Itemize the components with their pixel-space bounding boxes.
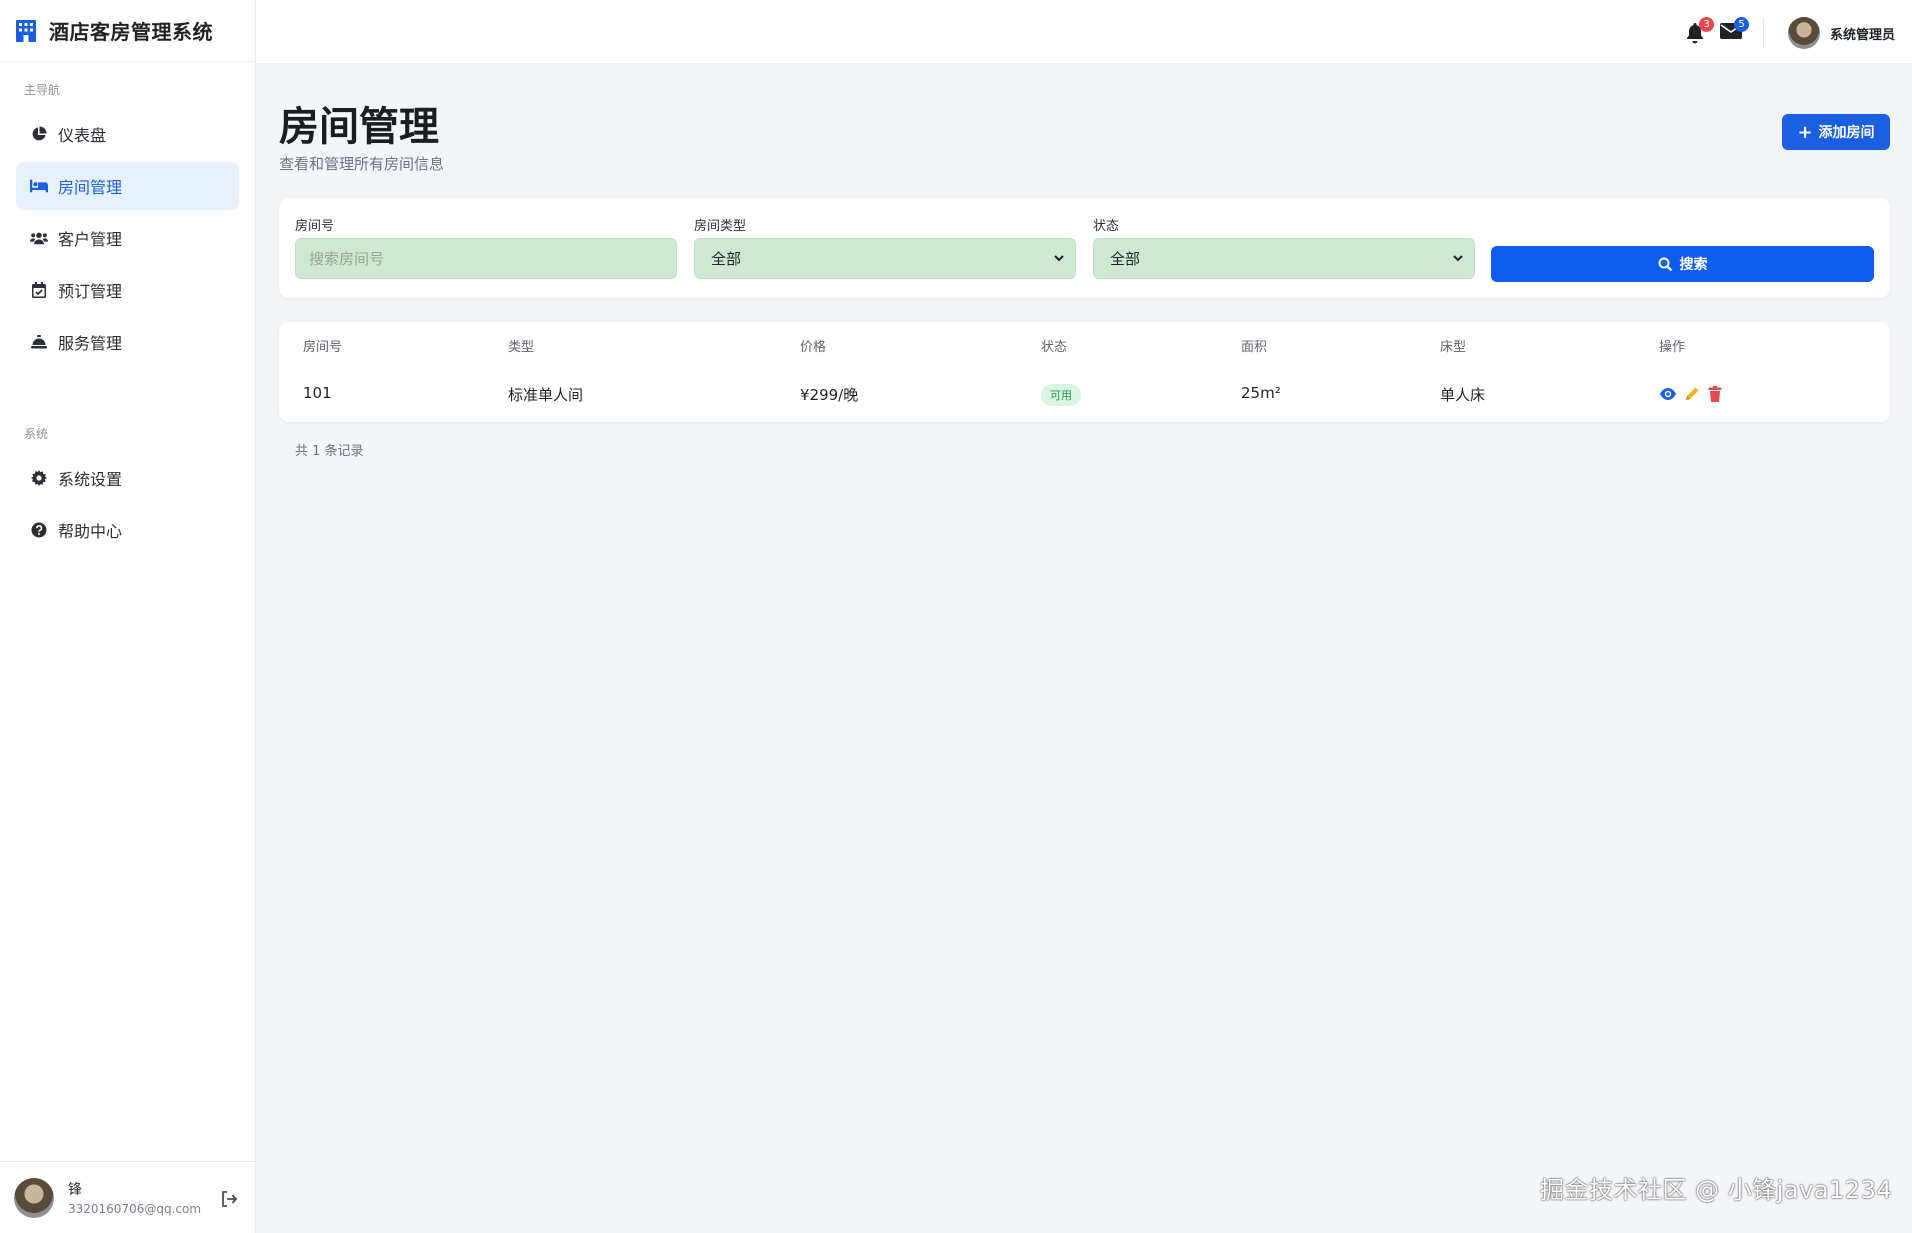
chevron-down-icon (1453, 255, 1463, 262)
nav-section-main: 主导航 (24, 83, 61, 97)
header-user-name: 系统管理员 (1830, 27, 1896, 43)
add-room-label: 添加房间 (1818, 125, 1875, 141)
room-number-input[interactable]: 搜索房间号 (295, 238, 677, 279)
calendar-check-icon (30, 281, 48, 299)
header-divider (1763, 18, 1764, 48)
column-header[interactable]: 面积 (1241, 336, 1267, 355)
message-badge: 5 (1734, 17, 1749, 32)
question-circle-icon (30, 521, 48, 539)
sidebar-item-label: 预订管理 (58, 282, 123, 301)
room-type-value: 全部 (711, 250, 742, 268)
add-room-button[interactable]: + 添加房间 (1782, 114, 1890, 150)
column-header: 操作 (1659, 340, 1686, 355)
user-email: 3320160706@qq.com (68, 1202, 202, 1216)
top-header: 3 5 系统管理员 (256, 0, 1912, 64)
avatar[interactable] (14, 1177, 54, 1218)
column-header[interactable]: 床型 (1440, 336, 1466, 355)
cell-area: 25m² (1241, 384, 1281, 402)
room-number-label: 房间号 (295, 219, 335, 234)
room-type-select[interactable]: 全部 (694, 238, 1076, 279)
sidebar-item-label: 仪表盘 (58, 126, 107, 145)
sidebar-item-settings[interactable]: 系统设置 (16, 454, 239, 502)
cell-room-number: 101 (303, 384, 332, 402)
search-label: 搜索 (1679, 257, 1708, 273)
notification-badge: 3 (1699, 17, 1714, 32)
filter-panel: 房间号 搜索房间号 房间类型 全部 状态 全部 搜索 (279, 198, 1890, 298)
sidebar-item-dashboard[interactable]: 仪表盘 (16, 110, 239, 158)
sidebar: 酒店客房管理系统 主导航 仪表盘 房间管理 客户管理 预订管理 服务管理 系统 (0, 0, 256, 1233)
sidebar-user-panel: 锋 3320160706@qq.com (0, 1161, 256, 1233)
delete-icon[interactable] (1706, 385, 1724, 403)
sidebar-item-label: 系统设置 (58, 470, 123, 489)
sidebar-item-rooms[interactable]: 房间管理 (16, 162, 239, 210)
cell-price: ¥299/晚 (800, 386, 859, 404)
sidebar-item-help[interactable]: 帮助中心 (16, 506, 239, 554)
page-title: 房间管理 (279, 104, 439, 150)
plus-icon: + (1797, 121, 1813, 143)
rooms-table: 房间号 类型 价格 状态 面积 床型 操作 101 标准单人间 ¥299/晚 可… (279, 322, 1890, 422)
app-title: 酒店客房管理系统 (49, 20, 213, 44)
status-select[interactable]: 全部 (1093, 238, 1475, 279)
cell-room-type: 标准单人间 (508, 386, 584, 404)
page-subtitle: 查看和管理所有房间信息 (279, 155, 445, 173)
notifications-button[interactable]: 3 (1685, 17, 1714, 44)
sidebar-item-reservations[interactable]: 预订管理 (16, 266, 239, 314)
view-icon[interactable] (1659, 385, 1677, 403)
cell-bed-type: 单人床 (1440, 386, 1486, 404)
status-value: 全部 (1110, 250, 1141, 268)
user-name: 锋 (68, 1182, 82, 1198)
brand[interactable]: 酒店客房管理系统 (0, 0, 255, 62)
pie-chart-icon (30, 125, 48, 143)
avatar (1788, 17, 1820, 49)
nav-section-system: 系统 (24, 427, 49, 441)
search-button[interactable]: 搜索 (1491, 246, 1874, 282)
watermark: 掘金技术社区 @ 小锋java1234 (1540, 1176, 1893, 1204)
column-header[interactable]: 类型 (508, 336, 534, 355)
room-type-label: 房间类型 (694, 219, 747, 234)
column-header[interactable]: 状态 (1041, 336, 1067, 355)
column-header[interactable]: 房间号 (303, 336, 342, 355)
status-label: 状态 (1093, 219, 1120, 234)
sidebar-item-label: 客户管理 (58, 230, 123, 249)
column-header[interactable]: 价格 (800, 336, 826, 355)
chevron-down-icon (1054, 255, 1064, 262)
users-icon (30, 229, 48, 247)
sidebar-item-services[interactable]: 服务管理 (16, 318, 239, 366)
status-badge: 可用 (1041, 384, 1081, 406)
header-user-menu[interactable]: 系统管理员 (1788, 17, 1895, 49)
sidebar-item-label: 帮助中心 (58, 522, 123, 541)
bell-concierge-icon (30, 333, 48, 351)
sidebar-item-customers[interactable]: 客户管理 (16, 214, 239, 262)
sidebar-item-label: 房间管理 (58, 178, 123, 197)
messages-button[interactable]: 5 (1720, 17, 1749, 44)
bed-icon (30, 177, 48, 195)
gear-icon (30, 469, 48, 487)
search-icon (1658, 257, 1672, 271)
record-count: 共 1 条记录 (295, 444, 364, 459)
logout-icon[interactable] (220, 1190, 238, 1208)
edit-icon[interactable] (1683, 385, 1701, 403)
hotel-building-icon (16, 19, 36, 42)
sidebar-item-label: 服务管理 (58, 334, 123, 353)
